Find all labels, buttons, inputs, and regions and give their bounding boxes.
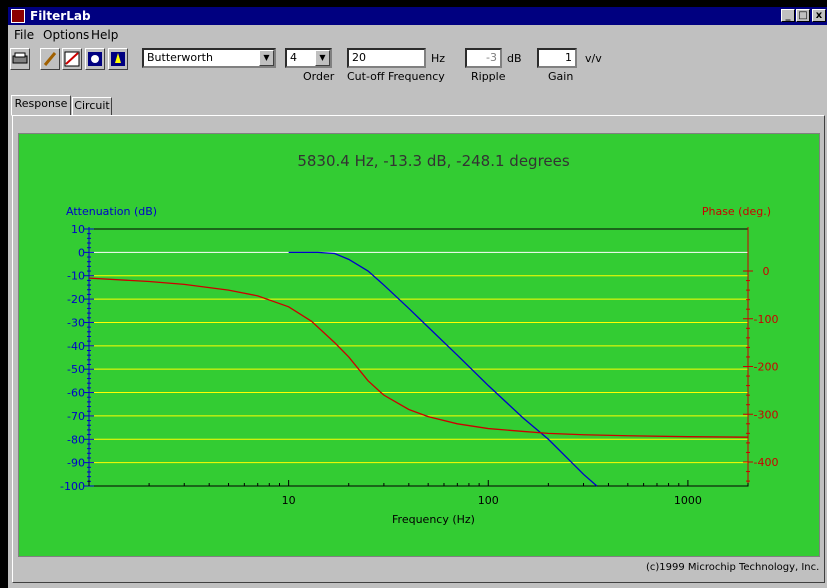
printer-icon	[12, 52, 28, 64]
gain-input[interactable]: 1	[537, 48, 577, 68]
order-value: 4	[290, 51, 297, 64]
y-tick-label: -10	[67, 270, 85, 283]
y-tick-label: -70	[67, 410, 85, 423]
desktop-background-left	[0, 0, 8, 588]
ripple-input[interactable]: -3	[465, 48, 502, 68]
x-tick-label: 100	[478, 494, 499, 507]
tab-response[interactable]: Response	[11, 95, 71, 116]
chart-title: 5830.4 Hz, -13.3 dB, -248.1 degrees	[297, 152, 570, 170]
filter-type-select[interactable]: Butterworth ▼	[142, 48, 276, 68]
minimize-button[interactable]: _	[781, 9, 795, 22]
y2-axis-title: Phase (deg.)	[702, 205, 771, 218]
menu-help[interactable]: Help	[91, 28, 118, 42]
copyright-text: (c)1999 Microchip Technology, Inc.	[646, 562, 820, 573]
window-titlebar[interactable]: FilterLab _ □ x	[8, 7, 827, 25]
desktop-background	[0, 0, 827, 7]
wizard-button[interactable]	[108, 48, 128, 70]
window-title: FilterLab	[30, 9, 91, 23]
y-tick-label: -80	[67, 433, 85, 446]
y-tick-label: -100	[60, 480, 85, 493]
response-chart[interactable]: 100-10-20-30-40-50-60-70-80-90-100Attenu…	[19, 134, 819, 556]
cutoff-input[interactable]: 20	[347, 48, 426, 68]
print-button[interactable]	[10, 48, 30, 70]
maximize-button[interactable]: □	[796, 9, 810, 22]
pencil-tool-button[interactable]	[40, 48, 60, 70]
y-axis-title: Attenuation (dB)	[66, 205, 157, 218]
y-tick-label: -90	[67, 457, 85, 470]
pencil-icon	[43, 52, 57, 66]
wizard-icon	[111, 52, 125, 66]
order-label: Order	[303, 70, 335, 83]
y2-tick-label: -200	[754, 361, 779, 374]
menu-options[interactable]: Options	[43, 28, 89, 42]
x-axis-title: Frequency (Hz)	[392, 513, 475, 526]
chevron-down-icon[interactable]: ▼	[259, 50, 274, 66]
ripple-unit: dB	[507, 52, 522, 65]
y-tick-label: -20	[67, 293, 85, 306]
x-tick-label: 10	[282, 494, 296, 507]
chart-edit-button[interactable]	[62, 48, 82, 70]
y2-tick-label: -300	[754, 408, 779, 421]
gain-label: Gain	[548, 70, 574, 83]
x-tick-label: 1000	[674, 494, 702, 507]
order-select[interactable]: 4 ▼	[285, 48, 332, 68]
y2-tick-label: -100	[754, 313, 779, 326]
circuit-tool-button[interactable]	[85, 48, 105, 70]
y-tick-label: -30	[67, 316, 85, 329]
ripple-label: Ripple	[471, 70, 506, 83]
cutoff-unit: Hz	[431, 52, 446, 65]
menu-file[interactable]: File	[14, 28, 34, 42]
y-tick-label: 0	[78, 246, 85, 259]
chart-edit-icon	[64, 51, 80, 67]
tab-circuit[interactable]: Circuit	[72, 97, 112, 116]
y-tick-label: -50	[67, 363, 85, 376]
plot-area: 10 0 -10 -20 -30 -40 -50 -60 -70 -80 -90 -100 Attenu…	[18, 133, 820, 557]
series-phase-line	[88, 277, 749, 438]
gain-unit: v/v	[585, 52, 602, 65]
y-tick-label: 10	[71, 223, 85, 236]
y2-tick-label: 0	[763, 265, 770, 278]
y2-tick-label: -400	[754, 456, 779, 469]
close-button[interactable]: x	[812, 9, 826, 22]
y-tick-label: -40	[67, 340, 85, 353]
y-tick-label: -60	[67, 387, 85, 400]
filter-type-value: Butterworth	[147, 51, 213, 64]
cutoff-label: Cut-off Frequency	[347, 70, 445, 83]
circuit-icon	[88, 52, 102, 66]
chevron-down-icon[interactable]: ▼	[315, 50, 330, 66]
app-icon	[11, 9, 25, 23]
plot-border	[88, 228, 749, 487]
